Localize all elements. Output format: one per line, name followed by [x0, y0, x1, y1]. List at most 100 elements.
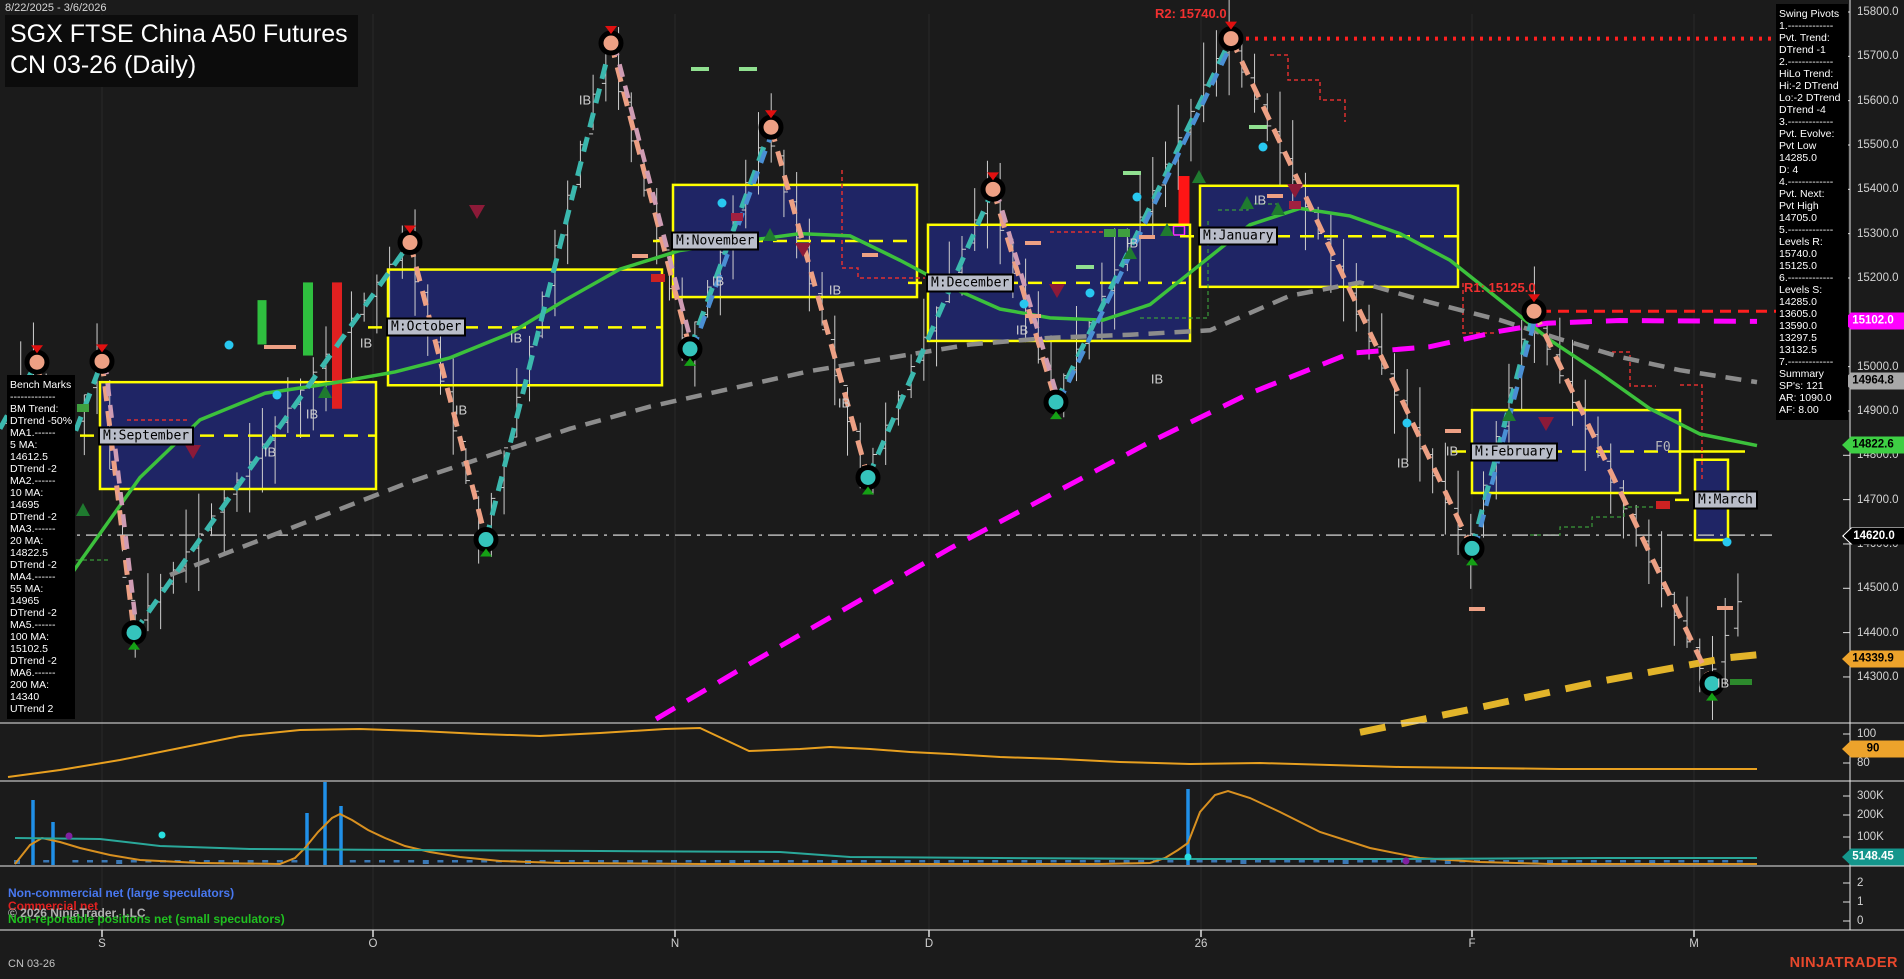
bench-marks-line: MA5.------ — [10, 619, 56, 631]
bench-marks-line: MA6.------ — [10, 667, 56, 679]
swing-pivots-line: 13297.5 — [1779, 332, 1817, 344]
volume-dash — [1590, 860, 1597, 863]
volume-dash — [1576, 860, 1583, 863]
volume-dash — [1561, 860, 1568, 863]
bench-marks-line: UTrend 2 — [10, 703, 54, 715]
cyan-dot-marker — [1132, 192, 1142, 202]
volume-dash — [963, 860, 969, 863]
red-square-marker — [1656, 501, 1670, 509]
bench-marks-line: MA4.------ — [10, 571, 56, 583]
volume-dash — [1357, 860, 1364, 863]
volume-dash — [1532, 860, 1539, 863]
swing-pivots-line: 15740.0 — [1779, 248, 1817, 260]
volume-dash — [1284, 860, 1291, 863]
volume-dash — [87, 860, 93, 863]
bench-marks-line: 20 MA: — [10, 535, 44, 547]
volume-dash — [1386, 860, 1393, 863]
zigzag-down-leg — [1531, 310, 1715, 685]
cyan-dot-marker — [1019, 299, 1029, 309]
chart-title-line2: CN 03-26 (Daily) — [10, 51, 197, 79]
swing-pivots-line: DTrend -4 — [1779, 104, 1826, 116]
pivot-high-circle — [1218, 26, 1244, 52]
cyan-dot-marker — [1085, 288, 1095, 298]
volume-dash — [802, 860, 809, 863]
bench-marks-line: DTrend -2 — [10, 511, 57, 523]
volume-dash — [773, 860, 780, 863]
bench-marks-line: 14612.5 — [10, 451, 48, 463]
cot-teal-line — [14, 837, 1757, 860]
swing-pivots-line: 15125.0 — [1779, 260, 1817, 272]
volume-dash — [817, 860, 823, 863]
green-step-line — [1530, 506, 1663, 536]
cyan-dot-marker — [1722, 537, 1732, 547]
bench-marks-line: 14695 — [10, 499, 40, 511]
bench-marks-line: DTrend -2 — [10, 463, 57, 475]
crimson-square-marker — [1289, 201, 1301, 209]
oscillator-line — [7, 726, 1757, 778]
volume-dash — [1736, 860, 1743, 863]
bench-marks-line: 100 MA: — [10, 631, 50, 643]
up-triangle-marker — [1192, 170, 1206, 183]
swing-pivots-line: 13132.5 — [1779, 344, 1817, 356]
cyan-dot-marker — [224, 340, 234, 350]
bench-marks-line: MA2.------ — [10, 475, 56, 487]
volume-dash — [860, 860, 867, 863]
bench-marks-line: MA3.------ — [10, 523, 56, 535]
bench-marks-line: DTrend -2 — [10, 655, 57, 667]
price-chart-canvas[interactable] — [0, 0, 1904, 979]
volume-dash — [1211, 860, 1218, 863]
volume-dash — [1678, 860, 1685, 863]
bench-marks-line: MA1.------ — [10, 427, 56, 439]
volume-dash — [1079, 860, 1086, 863]
swing-pivots-line: Hi:-2 DTrend — [1779, 80, 1839, 92]
down-triangle-marker — [469, 205, 485, 219]
volume-dash — [700, 860, 707, 863]
volume-dash — [349, 860, 356, 863]
swing-pivots-line: SP's: 121 — [1779, 380, 1824, 392]
bench-marks-line: BM Trend: — [10, 403, 59, 415]
swing-pivots-line: D: 4 — [1779, 164, 1799, 176]
pivot-high-circle — [1521, 298, 1547, 324]
volume-dash — [1196, 860, 1203, 863]
swing-pivots-line: 14285.0 — [1779, 296, 1817, 308]
date-range-label: 8/22/2025 - 3/6/2026 — [5, 2, 107, 14]
pivot-low-circle — [473, 527, 499, 553]
volume-dash — [977, 860, 984, 863]
volume-dash — [233, 860, 239, 863]
swing-pivots-line: 13605.0 — [1779, 308, 1817, 320]
swing-pivots-line: 1.------------- — [1779, 20, 1834, 32]
pivot-low-circle — [677, 336, 703, 362]
swing-pivots-line: Swing Pivots — [1779, 8, 1840, 20]
volume-dash — [656, 860, 663, 863]
purple-dot-marker — [1402, 857, 1410, 865]
volume-dash — [1094, 860, 1101, 863]
pivot-low-circle — [1699, 671, 1725, 697]
volume-dash — [437, 860, 444, 863]
volume-dash — [1605, 860, 1612, 863]
volume-dash — [408, 860, 415, 863]
bench-marks-line: 14822.5 — [10, 547, 48, 559]
volume-dash — [1430, 860, 1437, 863]
swing-pivots-line: 2.------------- — [1779, 56, 1834, 68]
zigzag-down-leg — [1228, 37, 1475, 550]
cot-orange-line — [14, 789, 1757, 866]
volume-dash — [1298, 860, 1305, 863]
bench-marks-line: 55 MA: — [10, 583, 44, 595]
swing-pivots-line: 3.------------- — [1779, 116, 1834, 128]
cyan-dot-marker — [1184, 853, 1192, 861]
pivot-high-circle — [89, 348, 115, 374]
swing-pivots-line: 4.------------- — [1779, 176, 1834, 188]
volume-dash — [875, 860, 882, 863]
green-square-marker — [77, 404, 89, 412]
bench-marks-line: 15102.5 — [10, 643, 48, 655]
red-square-marker — [651, 274, 665, 282]
swing-pivots-line: Levels S: — [1779, 284, 1823, 296]
swing-pivots-line: 7.------------- — [1779, 356, 1834, 368]
pivot-high-circle — [598, 30, 624, 56]
volume-dash — [598, 860, 604, 863]
volume-dash — [276, 860, 283, 863]
volume-dash — [641, 860, 648, 863]
volume-dash — [714, 860, 721, 863]
volume-dash — [364, 860, 371, 863]
cyan-dot-marker — [1402, 418, 1412, 428]
